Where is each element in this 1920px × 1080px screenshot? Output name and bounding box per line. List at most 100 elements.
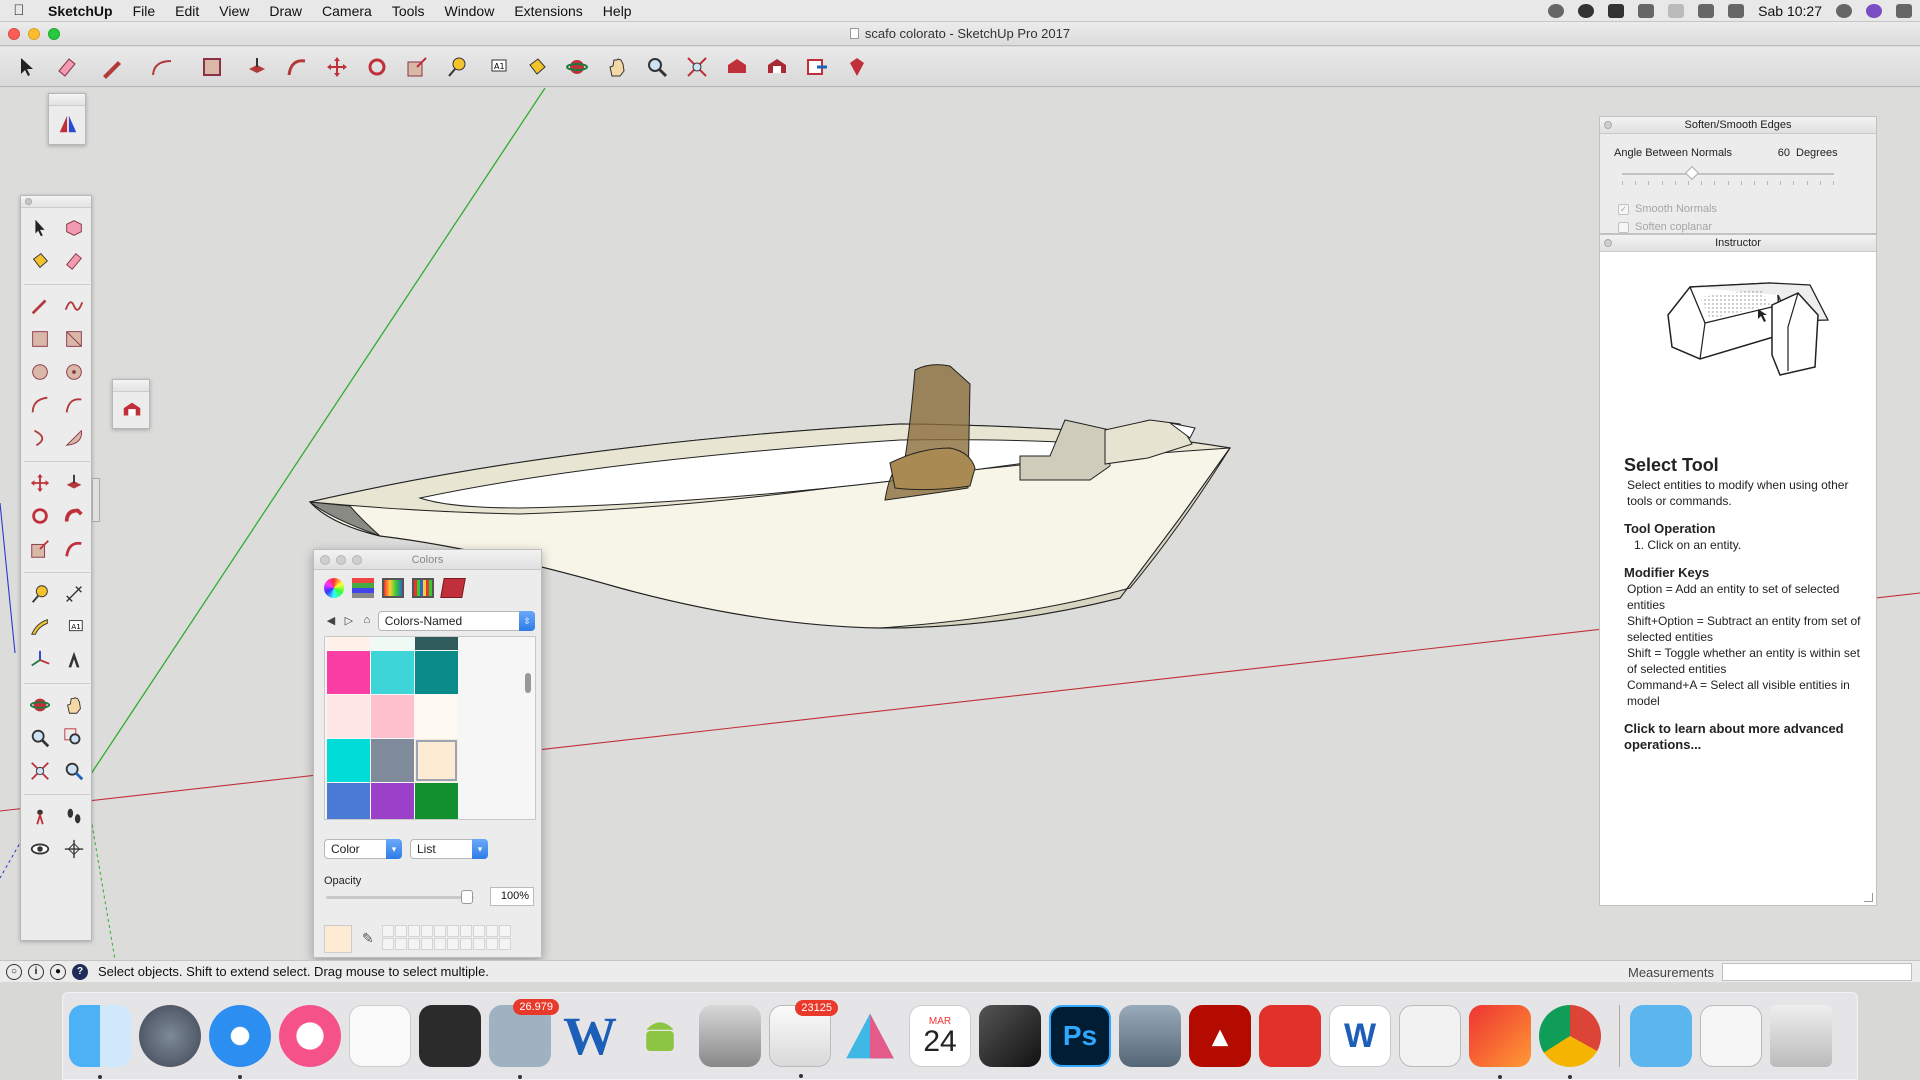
- close-palette-button[interactable]: [25, 198, 32, 205]
- credits-icon[interactable]: i: [28, 963, 44, 980]
- color-mode-select[interactable]: Color ▾: [324, 839, 402, 859]
- angle-slider-knob[interactable]: [1684, 165, 1700, 181]
- favorite-swatch-slot[interactable]: [499, 938, 511, 950]
- close-colors-button[interactable]: [320, 555, 330, 565]
- safari-icon[interactable]: [209, 1005, 271, 1079]
- freehand-tool[interactable]: [58, 290, 90, 322]
- favorite-swatch-slot[interactable]: [434, 938, 446, 950]
- swatch-scrollbar[interactable]: [525, 673, 531, 693]
- printer-icon[interactable]: [699, 1005, 761, 1067]
- pan-tool-button[interactable]: [600, 51, 634, 83]
- image-palettes-icon[interactable]: [412, 578, 434, 598]
- 3d-warehouse-tool[interactable]: [116, 394, 148, 426]
- palette-collapse-tab[interactable]: [92, 478, 100, 522]
- line-tool[interactable]: [24, 290, 56, 322]
- arc-tool[interactable]: [24, 389, 56, 421]
- spotlight-search-icon[interactable]: [1836, 4, 1852, 18]
- walk-tool[interactable]: [58, 800, 90, 832]
- back-arrow-icon[interactable]: ◀: [324, 614, 338, 628]
- look-around-tool[interactable]: [24, 833, 56, 865]
- wifi-icon[interactable]: [1698, 4, 1715, 18]
- menu-file[interactable]: File: [123, 0, 166, 22]
- view-mode-select[interactable]: List ▾: [410, 839, 488, 859]
- itunes-icon[interactable]: [279, 1005, 341, 1067]
- select-tool-button[interactable]: [10, 51, 44, 83]
- color-swatch[interactable]: [327, 739, 370, 782]
- color-palettes-icon[interactable]: [382, 578, 404, 598]
- color-swatch[interactable]: [415, 637, 458, 650]
- favorite-swatch-slot[interactable]: [382, 925, 394, 937]
- favorite-swatch-slot[interactable]: [447, 925, 459, 937]
- rotate-tool[interactable]: [24, 500, 56, 532]
- pie-tool[interactable]: [58, 422, 90, 454]
- close-panel-button[interactable]: [1604, 121, 1612, 129]
- puzzle-icon[interactable]: [1638, 4, 1655, 18]
- pan-tool[interactable]: [58, 689, 90, 721]
- favorite-swatch-slot[interactable]: [408, 925, 420, 937]
- color-swatch[interactable]: [415, 695, 458, 738]
- color-swatch[interactable]: [415, 651, 458, 694]
- favorite-swatch-slot[interactable]: [473, 938, 485, 950]
- previous-view-tool[interactable]: [58, 755, 90, 787]
- color-swatch[interactable]: [371, 783, 414, 819]
- launchpad-icon[interactable]: [139, 1005, 201, 1067]
- menu-help[interactable]: Help: [593, 0, 642, 22]
- orbit-tool-button[interactable]: [560, 51, 594, 83]
- sketchup-layout-icon[interactable]: [1259, 1005, 1321, 1067]
- color-swatch[interactable]: [371, 637, 414, 650]
- forward-arrow-icon[interactable]: ▷: [342, 614, 356, 628]
- favorite-swatch-slot[interactable]: [460, 938, 472, 950]
- measurements-input[interactable]: [1722, 963, 1912, 981]
- resize-grip[interactable]: [1864, 893, 1873, 902]
- menu-camera[interactable]: Camera: [312, 0, 382, 22]
- color-swatch[interactable]: [327, 695, 370, 738]
- rectangle-tool[interactable]: [24, 323, 56, 355]
- sketchup-materials-icon[interactable]: [440, 578, 466, 598]
- favorite-swatch-slot[interactable]: [395, 938, 407, 950]
- palette-select[interactable]: Colors-Named ⇳: [377, 611, 535, 631]
- zoom-window-tool[interactable]: [58, 722, 90, 754]
- favorite-swatches[interactable]: [382, 925, 511, 950]
- apple-icon[interactable]: : [0, 2, 38, 19]
- finder-icon[interactable]: [69, 1005, 131, 1079]
- home-icon[interactable]: ⌂: [360, 614, 374, 628]
- acrobat-icon[interactable]: ▴: [1189, 1005, 1251, 1067]
- move-tool[interactable]: [24, 467, 56, 499]
- select-tool[interactable]: [24, 212, 56, 244]
- opacity-slider[interactable]: [326, 890, 474, 904]
- close-panel-button[interactable]: [1604, 239, 1612, 247]
- favorite-swatch-slot[interactable]: [460, 925, 472, 937]
- color-swatch[interactable]: [371, 695, 414, 738]
- color-swatch[interactable]: [327, 783, 370, 819]
- help-icon[interactable]: ?: [72, 963, 88, 980]
- zoom-extents-button[interactable]: [680, 51, 714, 83]
- offset-tool-button[interactable]: [280, 51, 314, 83]
- zoom-colors-button[interactable]: [352, 555, 362, 565]
- cloud-icon[interactable]: [1608, 4, 1625, 18]
- favorite-swatch-slot[interactable]: [382, 938, 394, 950]
- current-color-well[interactable]: [324, 925, 352, 953]
- opacity-slider-knob[interactable]: [460, 890, 473, 904]
- menu-draw[interactable]: Draw: [259, 0, 312, 22]
- volume-icon[interactable]: [1728, 4, 1745, 18]
- final-cut-icon[interactable]: [979, 1005, 1041, 1067]
- opacity-value-field[interactable]: 100%: [490, 887, 534, 906]
- notification-center-icon[interactable]: [1896, 4, 1912, 18]
- rectangle-tool-button[interactable]: [190, 51, 234, 83]
- palette-grip[interactable]: [49, 94, 85, 106]
- two-point-arc-tool[interactable]: [58, 389, 90, 421]
- orbit-tool[interactable]: [24, 689, 56, 721]
- move-tool-button[interactable]: [320, 51, 354, 83]
- color-swatch[interactable]: [327, 637, 370, 650]
- rotate-tool-button[interactable]: [360, 51, 394, 83]
- bluetooth-icon[interactable]: [1668, 4, 1685, 18]
- position-camera-tool[interactable]: [24, 800, 56, 832]
- applications-folder-icon[interactable]: [1630, 1005, 1692, 1067]
- clock[interactable]: Sab 10:27: [1758, 3, 1822, 19]
- eraser-tool-button[interactable]: [50, 51, 84, 83]
- offset-tool[interactable]: [58, 533, 90, 565]
- menu-edit[interactable]: Edit: [165, 0, 209, 22]
- menu-window[interactable]: Window: [435, 0, 505, 22]
- palette-grip[interactable]: [21, 196, 91, 208]
- photoshop-icon[interactable]: Ps: [1049, 1005, 1111, 1067]
